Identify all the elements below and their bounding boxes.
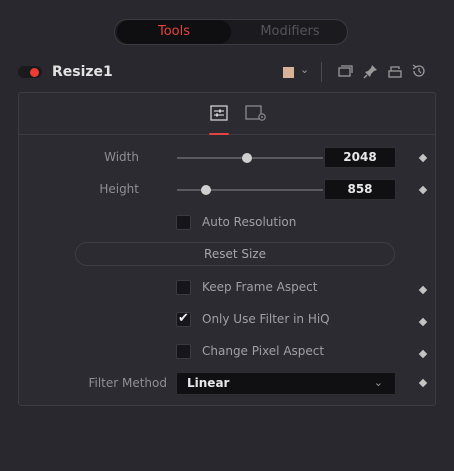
inspector-panel: Width 2048 Height 858 Auto Resolution Re… — [18, 92, 436, 406]
filter-method-label: Filter Method — [88, 376, 167, 390]
tools-modifiers-switch: Tools Modifiers — [114, 19, 348, 45]
filter-method-value: Linear — [187, 376, 230, 390]
only-use-filter-hiq-label: Only Use Filter in HiQ — [202, 312, 330, 326]
chevron-down-icon: ⌄ — [373, 376, 383, 389]
auto-resolution-checkbox[interactable] — [176, 215, 191, 230]
controls-icon[interactable] — [210, 105, 228, 121]
height-slider-thumb[interactable] — [201, 185, 212, 195]
toggle-indicator — [30, 68, 39, 77]
node-enable-toggle[interactable] — [18, 66, 42, 78]
inspector-tabs — [19, 93, 435, 135]
lock-icon[interactable] — [386, 62, 404, 80]
filter-method-select[interactable]: Linear ⌄ — [176, 372, 396, 395]
width-label: Width — [104, 150, 139, 164]
height-slider[interactable] — [177, 189, 323, 191]
tab-tools[interactable]: Tools — [117, 20, 231, 44]
divider — [321, 62, 322, 82]
window-icon[interactable] — [336, 62, 354, 80]
chevron-down-icon[interactable]: ⌄ — [300, 63, 309, 76]
change-pixel-aspect-checkbox[interactable] — [176, 344, 191, 359]
width-slider-thumb[interactable] — [242, 153, 253, 163]
change-pixel-aspect-label: Change Pixel Aspect — [202, 344, 325, 358]
keep-frame-aspect-checkbox[interactable] — [176, 280, 191, 295]
height-label: Height — [99, 182, 139, 196]
height-field[interactable]: 858 — [324, 179, 396, 200]
reset-icon[interactable] — [410, 62, 428, 80]
change-pixel-aspect-keyframe-icon[interactable] — [418, 349, 428, 359]
height-keyframe-icon[interactable] — [418, 185, 428, 195]
keep-frame-aspect-label: Keep Frame Aspect — [202, 280, 318, 294]
only-use-filter-hiq-keyframe-icon[interactable] — [418, 317, 428, 327]
node-header: Resize1 ⌄ — [0, 58, 454, 86]
node-name: Resize1 — [52, 64, 113, 80]
reset-size-button[interactable]: Reset Size — [75, 242, 395, 266]
auto-resolution-label: Auto Resolution — [202, 215, 297, 229]
width-keyframe-icon[interactable] — [418, 153, 428, 163]
node-color-swatch[interactable] — [283, 67, 294, 78]
settings-icon[interactable] — [245, 105, 267, 121]
keep-frame-aspect-keyframe-icon[interactable] — [418, 285, 428, 295]
checkmark-icon: ✔ — [178, 311, 189, 326]
active-tab-indicator — [209, 133, 229, 135]
tab-modifiers[interactable]: Modifiers — [233, 20, 347, 44]
filter-method-keyframe-icon[interactable] — [418, 378, 428, 388]
pin-icon[interactable] — [362, 62, 380, 80]
only-use-filter-hiq-checkbox[interactable]: ✔ — [176, 311, 191, 327]
width-field[interactable]: 2048 — [324, 147, 396, 168]
